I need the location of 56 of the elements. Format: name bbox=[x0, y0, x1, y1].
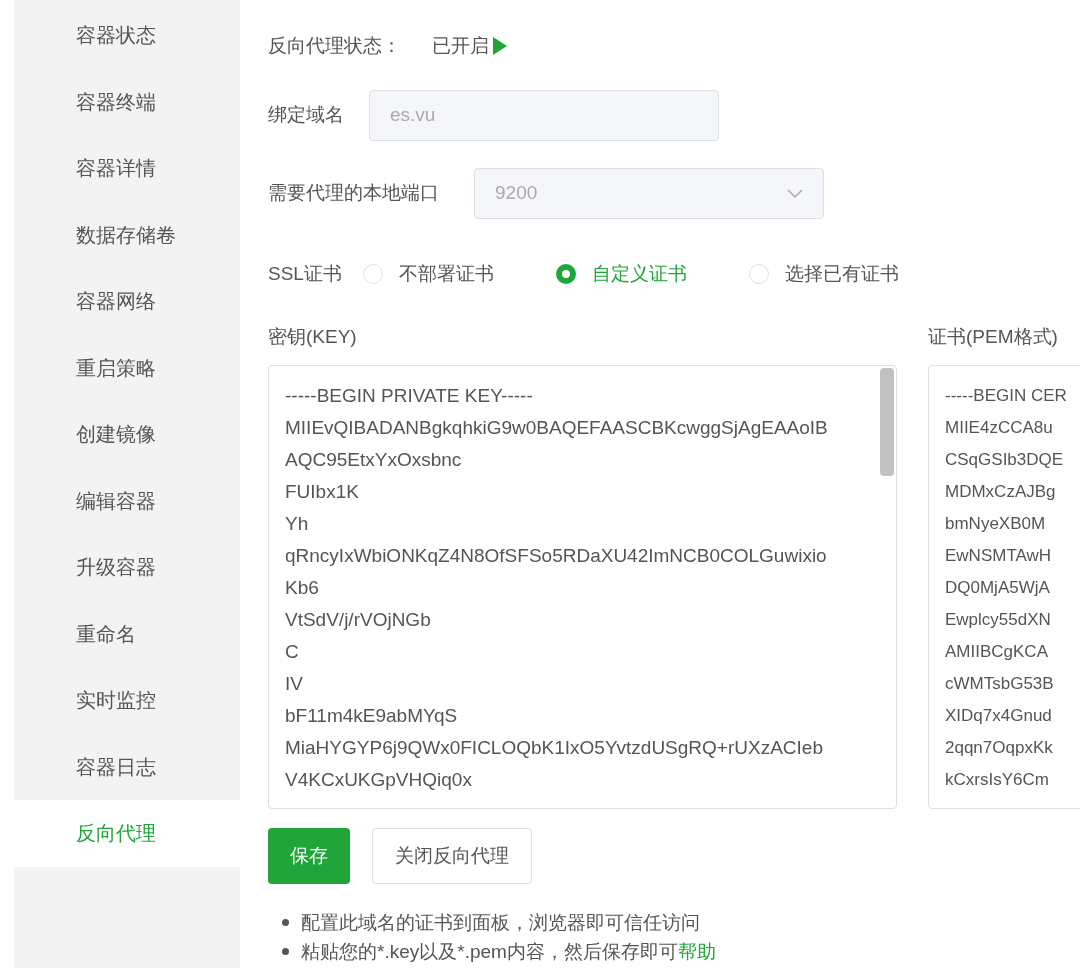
key-textarea[interactable] bbox=[268, 365, 897, 809]
sidebar-item[interactable]: 升级容器 bbox=[14, 534, 240, 601]
close-proxy-button[interactable]: 关闭反向代理 bbox=[372, 828, 532, 884]
text-line: Yh bbox=[285, 512, 310, 536]
text-line: MiaHYGYP6j9QWx0FICLOQbK1IxO5YvtzdUSgRQ+rUXzACIeb bbox=[285, 736, 824, 760]
text-line: CSqGSIb3DQE bbox=[945, 449, 1065, 471]
text-line: Kb6 bbox=[285, 576, 320, 600]
text-line: 2qqn7OqpxKk bbox=[945, 737, 1054, 759]
text-line: MDMxCzAJBg bbox=[945, 481, 1057, 503]
text-line: MIIE4zCCA8u bbox=[945, 417, 1054, 439]
text-line: Ewplcy55dXN bbox=[945, 609, 1052, 631]
text-line: qRncyIxWbiONKqZ4N8OfSFSo5RDaXU42ImNCB0COLGuwixio bbox=[285, 544, 828, 568]
radio-option[interactable]: 不部署证书 bbox=[363, 259, 556, 289]
key-label: 密钥(KEY) bbox=[268, 325, 358, 349]
text-line: MIIEvQIBADANBgkqhkiG9w0BAQEFAASCBKcwggSjAgEAAoIB bbox=[285, 416, 829, 440]
cert-label: 证书(PEM格式) bbox=[928, 325, 1059, 349]
field-label: 绑定域名 bbox=[268, 103, 345, 128]
text-line: C bbox=[285, 640, 300, 664]
field-label: SSL证书 bbox=[268, 261, 343, 286]
text-line: bF11m4kE9abMYqS bbox=[285, 704, 459, 728]
text-line: bmNyeXB0M bbox=[945, 513, 1047, 535]
bullet-icon bbox=[282, 948, 289, 955]
sidebar-item[interactable]: 容器详情 bbox=[14, 135, 240, 202]
note-text: 配置此域名的证书到面板，浏览器即可信任访问 bbox=[301, 911, 700, 935]
sidebar-item[interactable]: 容器终端 bbox=[14, 68, 240, 135]
status-value: 已开启 bbox=[432, 33, 489, 58]
cert-textarea[interactable]: -----BEGIN CER MIIE4zCCA8u CSqGSIb3DQE MDMxCzAJBg bmNyeXB0M EwNSMTAwH DQ0MjA5WjA Ewplcy55dXN AMIIBCgKCA cWMTsbG53B XIDq7x4Gnud 2qqn7OqpxKk kCxrsIsY6Cm bbox=[928, 365, 1080, 809]
text-line: EwNSMTAwH bbox=[945, 545, 1053, 567]
sidebar-item[interactable]: 实时监控 bbox=[14, 667, 240, 734]
text-line: VtSdV/j/rVOjNGb bbox=[285, 608, 432, 632]
text-line: AMIIBCgKCA bbox=[945, 641, 1049, 663]
scrollbar-thumb[interactable] bbox=[880, 368, 894, 476]
note-text: 粘贴您的*.key以及*.pem内容，然后保存即可 bbox=[301, 940, 678, 964]
sidebar-item[interactable]: 创建镜像 bbox=[14, 401, 240, 468]
text-line: AQC95EtxYxOxsbnc bbox=[285, 448, 463, 472]
text-line: XIDq7x4Gnud bbox=[945, 705, 1053, 727]
text-line: DQ0MjA5WjA bbox=[945, 577, 1051, 599]
chevron-down-icon bbox=[787, 188, 803, 199]
bullet-icon bbox=[282, 919, 289, 926]
sidebar-item[interactable]: 重命名 bbox=[14, 600, 240, 667]
field-label: 需要代理的本地端口 bbox=[268, 181, 440, 206]
sidebar-item[interactable]: 容器状态 bbox=[14, 2, 240, 69]
text-line: IV bbox=[285, 672, 304, 696]
text-line: V4KCxUKGpVHQiq0x bbox=[285, 768, 473, 792]
sidebar-item[interactable]: 重启策略 bbox=[14, 334, 240, 401]
text-line: -----BEGIN CER bbox=[945, 385, 1068, 407]
sidebar-item[interactable]: 容器日志 bbox=[14, 733, 240, 800]
text-line: kCxrsIsY6Cm bbox=[945, 769, 1050, 791]
sidebar-item[interactable]: 数据存储卷 bbox=[14, 201, 240, 268]
sidebar-item[interactable]: 容器网络 bbox=[14, 268, 240, 335]
status-label: 反向代理状态： bbox=[268, 33, 402, 58]
text-line: cWMTsbG53B bbox=[945, 673, 1055, 695]
text-line: FUIbx1K bbox=[285, 480, 360, 504]
radio-option[interactable]: 选择已有证书 bbox=[749, 259, 942, 289]
sidebar-item[interactable]: 编辑容器 bbox=[14, 467, 240, 534]
text-line: -----BEGIN PRIVATE KEY----- bbox=[285, 384, 534, 408]
